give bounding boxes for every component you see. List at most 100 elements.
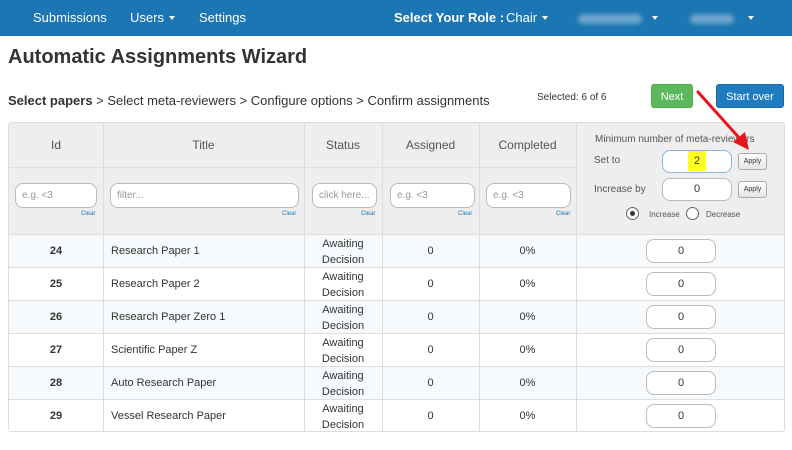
paper-title: Research Paper 1 bbox=[111, 245, 200, 257]
paper-title: Auto Research Paper bbox=[111, 377, 217, 389]
decrease-radio-label: Decrease bbox=[706, 210, 741, 219]
conference-dropdown[interactable] bbox=[578, 0, 658, 36]
paper-status: Awaiting Decision bbox=[321, 370, 365, 398]
set-to-value: 2 bbox=[687, 151, 707, 171]
table-row[interactable]: 24 Research Paper 1 Awaiting Decision 0 0% 0 bbox=[9, 235, 784, 268]
table-header: Id Title Status Assigned Completed e.g. … bbox=[9, 123, 784, 235]
header-id[interactable]: Id bbox=[9, 138, 103, 152]
wizard-steps: Select papers > Select meta-reviewers > … bbox=[8, 93, 490, 108]
column-divider bbox=[576, 123, 577, 235]
role-dropdown[interactable]: Chair bbox=[506, 0, 549, 36]
paper-completed: 0% bbox=[519, 344, 536, 356]
paper-id: 29 bbox=[49, 410, 63, 422]
status-clear-link[interactable]: Clear bbox=[361, 211, 375, 217]
increase-by-apply-button[interactable]: Apply bbox=[738, 181, 767, 198]
table-row[interactable]: 25 Research Paper 2 Awaiting Decision 0 0% 0 bbox=[9, 268, 784, 301]
paper-status: Awaiting Decision bbox=[321, 271, 365, 299]
id-clear-link[interactable]: Clear bbox=[81, 211, 95, 217]
table-row[interactable]: 28 Auto Research Paper Awaiting Decision 0 0… bbox=[9, 367, 784, 400]
header-status[interactable]: Status bbox=[304, 138, 382, 152]
user-dropdown[interactable] bbox=[690, 0, 754, 36]
header-title[interactable]: Title bbox=[103, 138, 304, 152]
header-assigned[interactable]: Assigned bbox=[382, 138, 479, 152]
column-divider bbox=[576, 235, 577, 268]
paper-title: Research Paper 2 bbox=[111, 278, 200, 290]
selected-count: Selected: 6 of 6 bbox=[537, 92, 607, 103]
current-step: Select papers bbox=[8, 93, 93, 108]
caret-down-icon bbox=[652, 15, 658, 20]
caret-down-icon bbox=[748, 15, 754, 20]
increase-radio-label: Increase bbox=[649, 210, 680, 219]
table-row[interactable]: 27 Scientific Paper Z Awaiting Decision 0 0%… bbox=[9, 334, 784, 367]
assigned-clear-link[interactable]: Clear bbox=[458, 211, 472, 217]
set-to-apply-button[interactable]: Apply bbox=[738, 153, 767, 170]
caret-down-icon bbox=[168, 15, 175, 20]
min-meta-reviewers-input[interactable]: 0 bbox=[646, 371, 716, 395]
table-row[interactable]: 29 Vessel Research Paper Awaiting Decision… bbox=[9, 400, 784, 431]
set-to-label: Set to bbox=[594, 155, 621, 166]
title-filter-input[interactable]: filter... bbox=[110, 183, 299, 208]
nav-submissions-label: Submissions bbox=[33, 10, 107, 25]
table-row[interactable]: 26 Research Paper Zero 1 Awaiting Decision… bbox=[9, 301, 784, 334]
paper-completed: 0% bbox=[519, 311, 536, 323]
id-filter-input[interactable]: e.g. <3 bbox=[15, 183, 97, 208]
redacted-text bbox=[578, 13, 642, 24]
role-label: Select Your Role : bbox=[394, 10, 505, 25]
increase-by-label: Increase by bbox=[594, 184, 646, 195]
min-meta-reviewers-input[interactable]: 0 bbox=[646, 305, 716, 329]
title-clear-link[interactable]: Clear bbox=[282, 211, 296, 217]
paper-title: Vessel Research Paper bbox=[111, 410, 226, 422]
completed-clear-link[interactable]: Clear bbox=[556, 211, 570, 217]
column-divider bbox=[103, 367, 104, 400]
paper-assigned: 0 bbox=[427, 245, 434, 257]
paper-assigned: 0 bbox=[427, 278, 434, 290]
paper-id: 28 bbox=[49, 377, 63, 389]
papers-table: Id Title Status Assigned Completed e.g. … bbox=[8, 122, 785, 432]
nav-submissions[interactable]: Submissions bbox=[33, 0, 107, 36]
min-meta-reviewers-input[interactable]: 0 bbox=[646, 272, 716, 296]
top-navbar: Submissions Users Settings Select Your R… bbox=[0, 0, 792, 36]
nav-users-dropdown[interactable]: Users bbox=[130, 0, 175, 36]
caret-down-icon bbox=[542, 15, 549, 20]
role-value: Chair bbox=[506, 10, 538, 25]
paper-title: Scientific Paper Z bbox=[111, 344, 198, 356]
nav-settings[interactable]: Settings bbox=[199, 0, 246, 36]
decrease-radio[interactable] bbox=[686, 207, 699, 220]
status-filter-input[interactable]: click here... bbox=[312, 183, 377, 208]
increase-radio[interactable] bbox=[626, 207, 639, 220]
paper-id: 26 bbox=[49, 311, 63, 323]
paper-completed: 0% bbox=[519, 377, 536, 389]
paper-id: 24 bbox=[49, 245, 63, 257]
paper-assigned: 0 bbox=[427, 311, 434, 323]
column-divider bbox=[576, 334, 577, 367]
paper-title: Research Paper Zero 1 bbox=[111, 311, 226, 323]
nav-settings-label: Settings bbox=[199, 10, 246, 25]
start-over-button[interactable]: Start over bbox=[716, 84, 784, 108]
min-meta-reviewers-input[interactable]: 0 bbox=[646, 338, 716, 362]
paper-id: 25 bbox=[49, 278, 63, 290]
paper-completed: 0% bbox=[519, 278, 536, 290]
column-divider bbox=[103, 400, 104, 431]
column-divider bbox=[103, 235, 104, 268]
column-divider bbox=[576, 400, 577, 431]
increase-by-input[interactable]: 0 bbox=[662, 178, 732, 201]
assigned-filter-input[interactable]: e.g. <3 bbox=[390, 183, 475, 208]
redacted-text bbox=[690, 13, 734, 24]
min-meta-reviewers-input[interactable]: 0 bbox=[646, 239, 716, 263]
header-completed[interactable]: Completed bbox=[479, 138, 576, 152]
paper-status: Awaiting Decision bbox=[321, 304, 365, 332]
column-divider bbox=[103, 268, 104, 301]
min-meta-reviewers-input[interactable]: 0 bbox=[646, 404, 716, 428]
remaining-steps: > Select meta-reviewers > Configure opti… bbox=[92, 93, 490, 108]
paper-id: 27 bbox=[49, 344, 63, 356]
header-divider bbox=[9, 167, 576, 168]
next-button[interactable]: Next bbox=[651, 84, 693, 108]
page-title: Automatic Assignments Wizard bbox=[8, 46, 308, 68]
completed-filter-input[interactable]: e.g. <3 bbox=[486, 183, 571, 208]
paper-completed: 0% bbox=[519, 245, 536, 257]
set-to-input[interactable]: 2 bbox=[662, 150, 732, 173]
nav-users-label: Users bbox=[130, 10, 164, 25]
column-divider bbox=[103, 301, 104, 334]
column-divider bbox=[576, 367, 577, 400]
paper-status: Awaiting Decision bbox=[321, 403, 365, 431]
